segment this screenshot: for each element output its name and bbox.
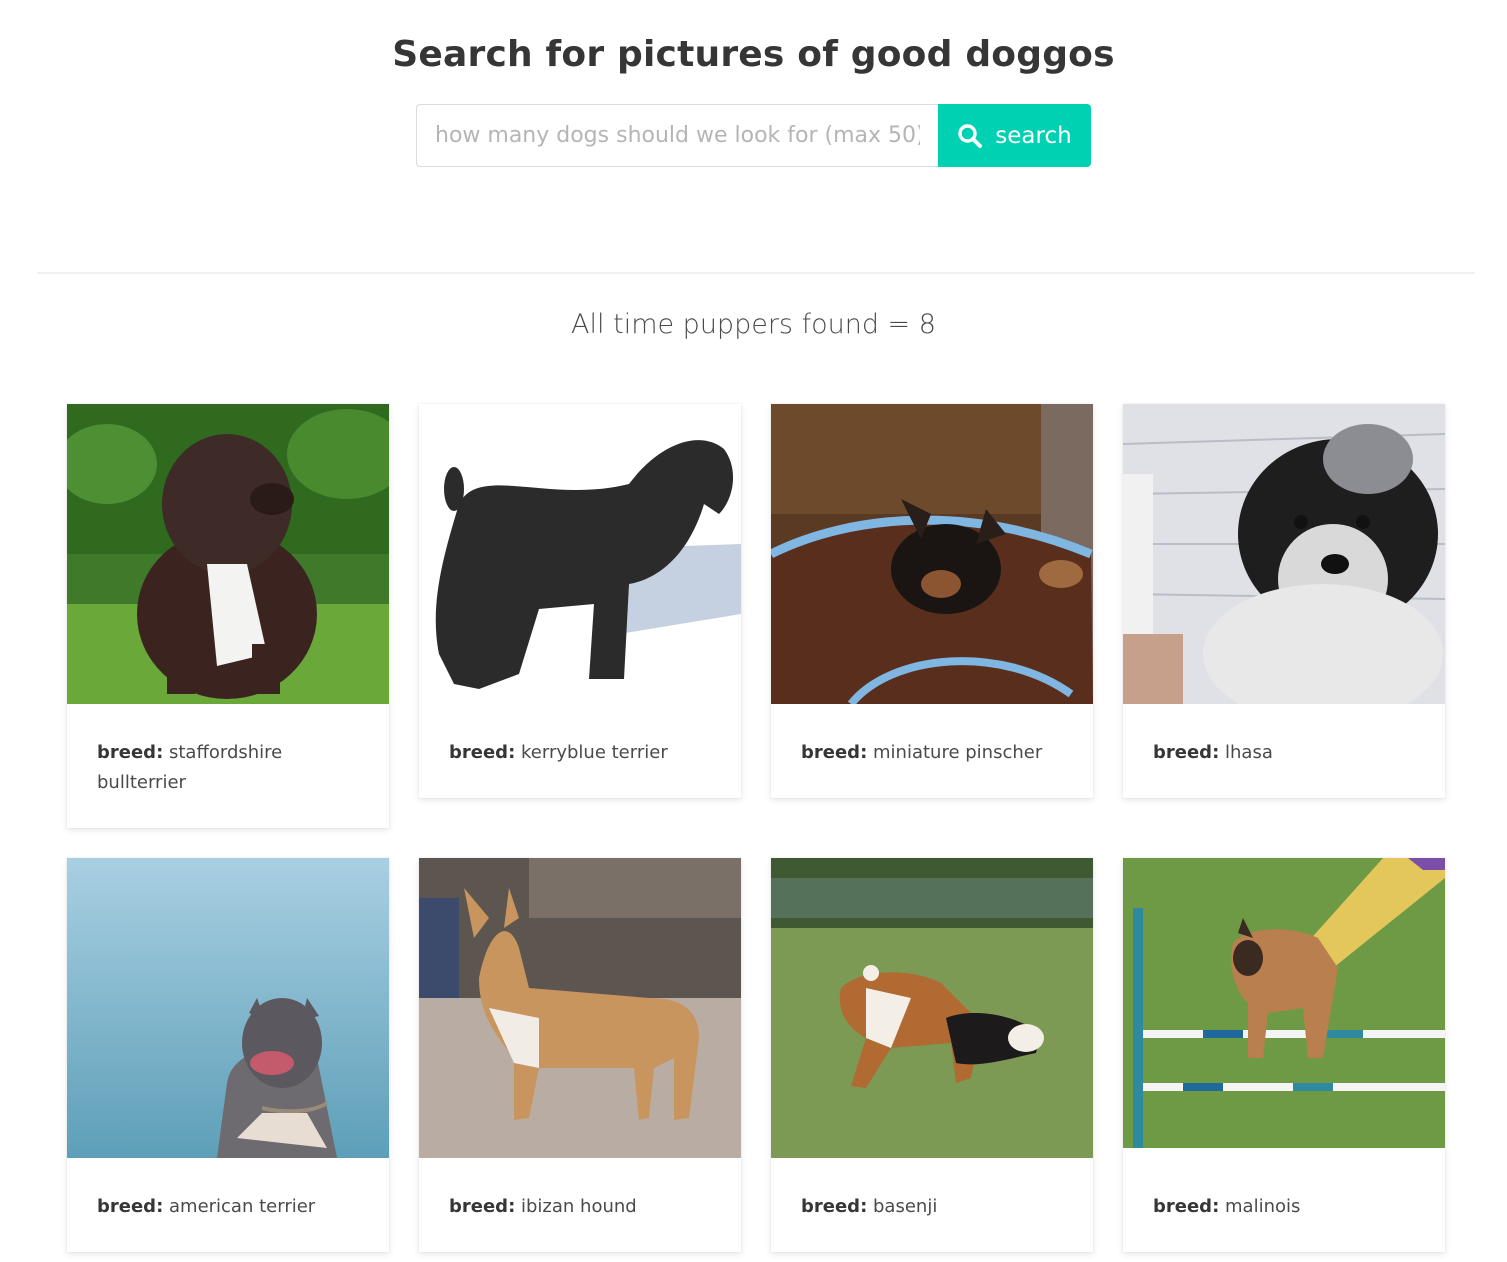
card-content: breed: kerryblue terrier [419,704,741,798]
dog-photo-american-terrier [67,858,389,1158]
breed-value: kerryblue terrier [521,742,668,763]
dog-count-input[interactable] [416,104,938,167]
breed-label: breed: [449,742,516,763]
dog-card: breed: lhasa [1123,404,1445,798]
card-content: breed: basenji [771,1158,1093,1252]
dog-card: breed: basenji [771,858,1093,1252]
card-content: breed: ibizan hound [419,1158,741,1252]
breed-value: ibizan hound [521,1196,637,1217]
dog-photo-basenji [771,858,1093,1158]
card-content: breed: lhasa [1123,704,1445,798]
breed-label: breed: [449,1196,516,1217]
dog-photo-ibizan-hound [419,858,741,1158]
dog-card-grid: breed: staffordshire bullterrier breed: … [67,404,1447,1252]
breed-label: breed: [1153,1196,1220,1217]
search-bar: search [0,104,1507,167]
search-button-label: search [995,122,1072,149]
dog-card: breed: staffordshire bullterrier [67,404,389,828]
dog-photo-malinois [1123,858,1445,1158]
breed-label: breed: [801,742,868,763]
dog-card: breed: kerryblue terrier [419,404,741,798]
card-content: breed: malinois [1123,1158,1445,1252]
breed-label: breed: [1153,742,1220,763]
dog-card: breed: miniature pinscher [771,404,1093,798]
breed-label: breed: [801,1196,868,1217]
breed-value: basenji [873,1196,938,1217]
page-title: Search for pictures of good doggos [392,34,1115,75]
breed-label: breed: [97,742,164,763]
card-content: breed: staffordshire bullterrier [67,704,389,828]
puppers-found-count: All time puppers found = 8 [571,309,936,340]
dog-photo-miniature-pinscher [771,404,1093,704]
card-content: breed: miniature pinscher [771,704,1093,798]
section-divider [37,272,1475,274]
dog-card: breed: american terrier [67,858,389,1252]
breed-value: american terrier [169,1196,316,1217]
search-button[interactable]: search [938,104,1091,167]
breed-value: lhasa [1225,742,1273,763]
breed-value: miniature pinscher [873,742,1043,763]
dog-photo-kerryblue-terrier [419,404,741,704]
dog-photo-lhasa [1123,404,1445,704]
page-header: Search for pictures of good doggos searc… [0,0,1507,167]
search-icon [958,123,983,148]
dog-card: breed: malinois [1123,858,1445,1252]
breed-label: breed: [97,1196,164,1217]
dog-photo-staffordshire-bullterrier [67,404,389,704]
breed-value: malinois [1225,1196,1301,1217]
dog-card: breed: ibizan hound [419,858,741,1252]
card-content: breed: american terrier [67,1158,389,1252]
